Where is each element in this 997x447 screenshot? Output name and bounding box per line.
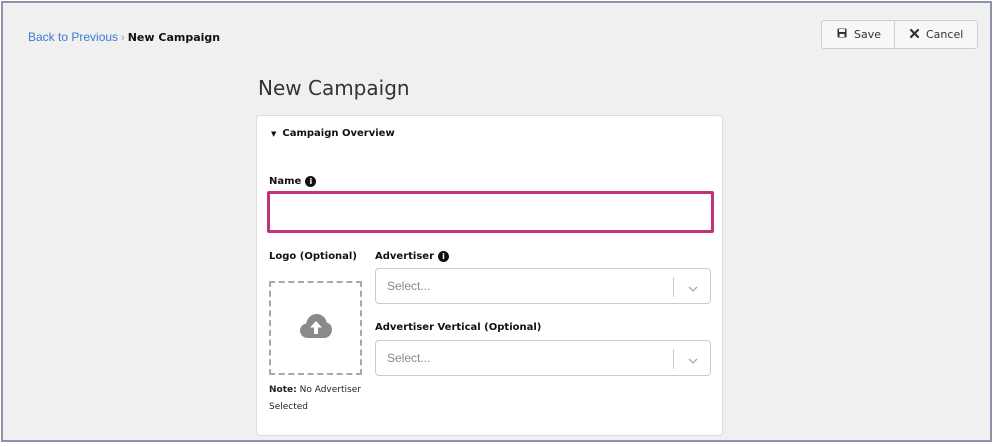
save-button[interactable]: Save (821, 20, 895, 49)
advertiser-vertical-select[interactable]: Select... (375, 340, 711, 376)
header-bar: Back to Previous › New Campaign Save Cance… (3, 3, 990, 70)
name-label: Name (269, 176, 302, 187)
back-to-previous-link[interactable]: Back to Previous (28, 30, 118, 44)
advertiser-vertical-label: Advertiser Vertical (Optional) (375, 322, 542, 333)
caret-down-icon: ▼ (271, 129, 277, 138)
chevron-down-icon (687, 352, 699, 371)
advertiser-label: Advertiser (375, 251, 435, 262)
advertiser-vertical-select-placeholder: Select... (387, 351, 431, 365)
select-divider (673, 349, 674, 369)
floppy-disk-icon (837, 28, 847, 41)
logo-upload-dropzone[interactable] (269, 281, 362, 375)
toolbar-actions: Save Cancel (821, 20, 978, 49)
breadcrumb-separator: › (121, 32, 125, 44)
app-window: Back to Previous › New Campaign Save Cance… (1, 1, 992, 442)
name-label-row: Name i (269, 176, 317, 187)
cancel-button[interactable]: Cancel (895, 20, 978, 49)
page-title: New Campaign (258, 76, 410, 100)
advertiser-label-row: Advertiser i (375, 251, 450, 262)
advertiser-select-placeholder: Select... (387, 279, 431, 293)
info-circle-icon[interactable]: i (438, 251, 450, 262)
cancel-button-label: Cancel (926, 28, 964, 41)
breadcrumb-current: New Campaign (127, 31, 221, 44)
note-prefix: Note: (269, 385, 297, 395)
name-input[interactable] (267, 191, 714, 233)
campaign-overview-toggle[interactable]: ▼ Campaign Overview (271, 128, 395, 139)
chevron-down-icon (687, 280, 699, 299)
save-button-label: Save (854, 28, 882, 41)
campaign-overview-card: ▼ Campaign Overview Name i Logo (Optiona… (256, 115, 723, 436)
cloud-upload-icon (299, 313, 333, 343)
section-title: Campaign Overview (282, 128, 395, 139)
breadcrumb: Back to Previous › New Campaign (28, 30, 220, 44)
select-divider (673, 277, 674, 297)
logo-label: Logo (Optional) (269, 251, 357, 262)
advertiser-select[interactable]: Select... (375, 268, 711, 304)
info-circle-icon[interactable]: i (305, 176, 317, 187)
logo-note: Note: No Advertiser Selected (269, 382, 369, 416)
x-icon (909, 28, 920, 41)
